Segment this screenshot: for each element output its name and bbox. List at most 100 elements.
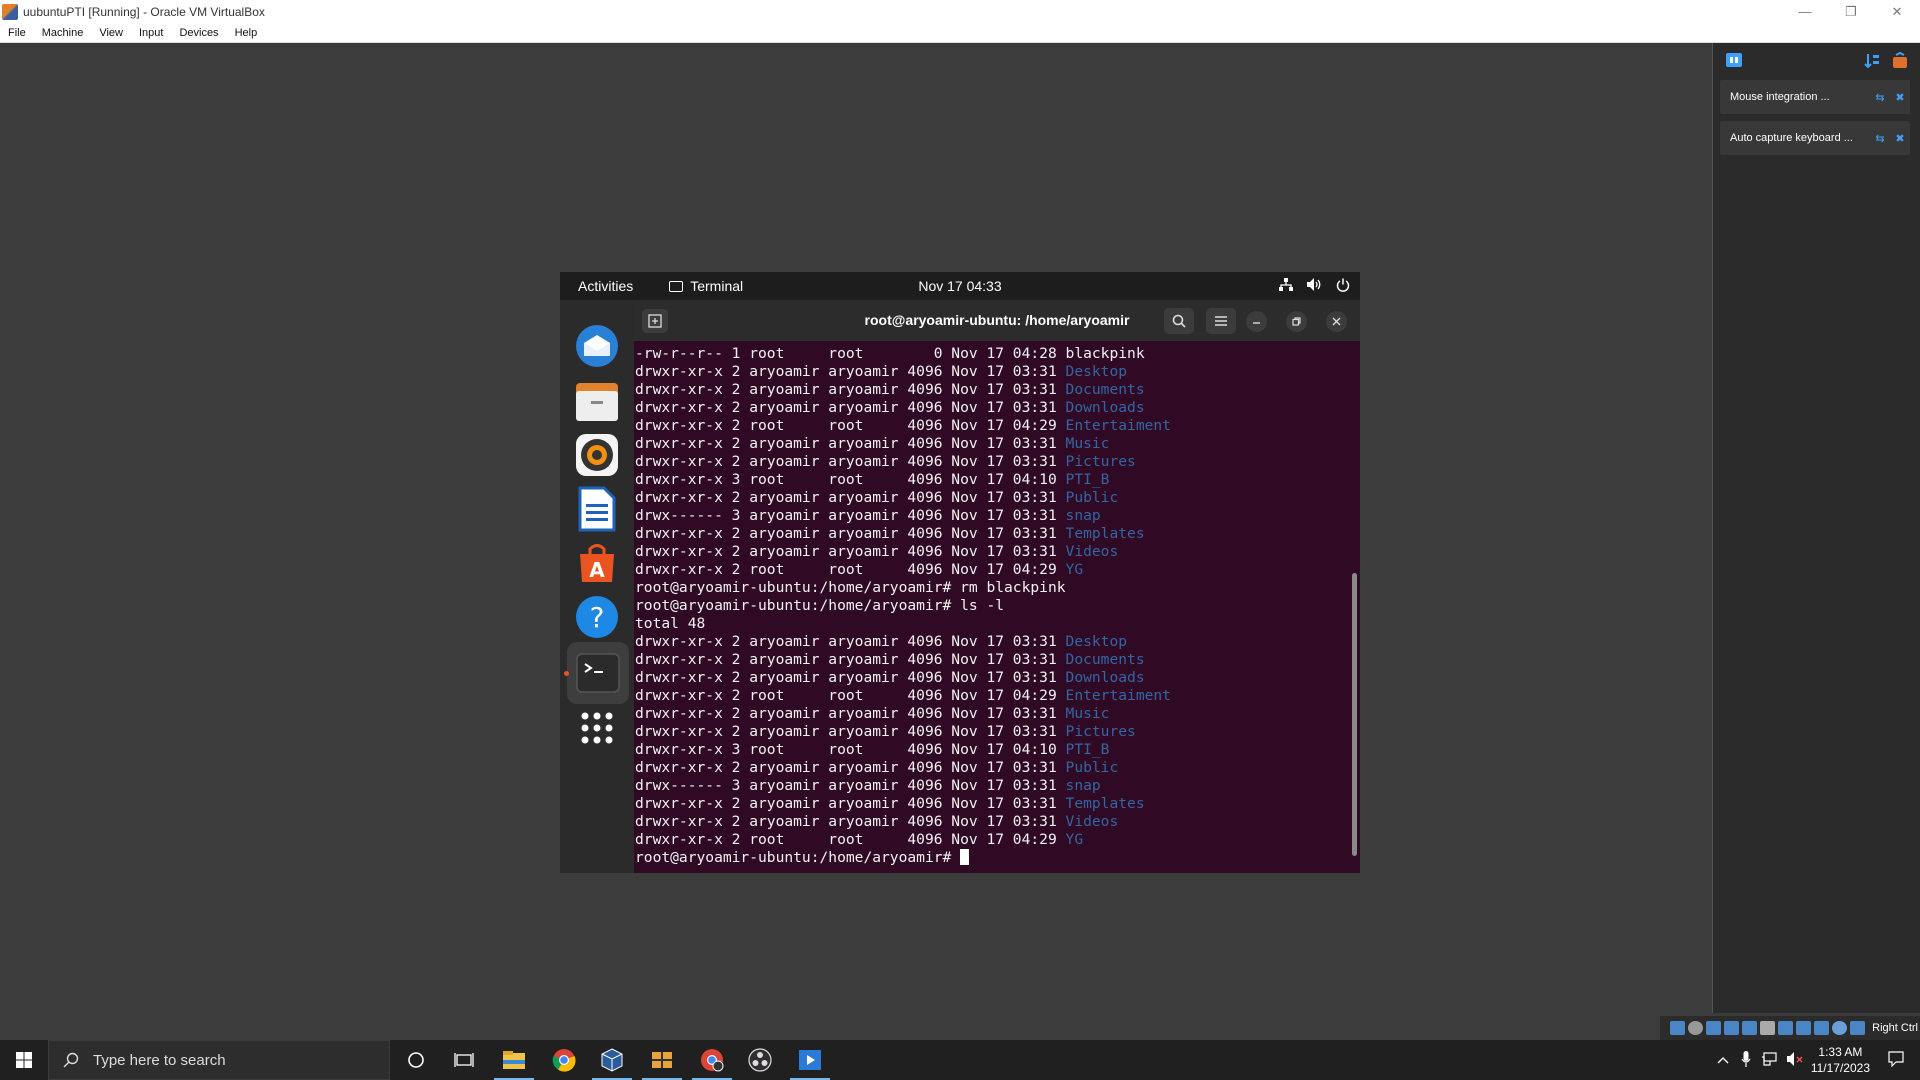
menu-devices[interactable]: Devices xyxy=(171,27,226,39)
menu-file[interactable]: File xyxy=(0,27,34,39)
show-apps-icon[interactable] xyxy=(573,704,621,752)
show-hidden-icons-icon[interactable] xyxy=(1717,1053,1729,1067)
notification-item[interactable]: Mouse integration ... ⇆ ✖ xyxy=(1720,80,1910,114)
thunderbird-icon[interactable] xyxy=(573,322,621,370)
notification-item[interactable]: Auto capture keyboard ... ⇆ ✖ xyxy=(1720,121,1910,155)
close-button[interactable]: ✕ xyxy=(1874,0,1920,23)
cortana-icon[interactable] xyxy=(392,1040,440,1080)
terminal-line: drwxr-xr-x 2 aryoamir aryoamir 4096 Nov … xyxy=(635,651,1360,669)
maximize-window-button[interactable] xyxy=(1286,311,1307,332)
directory-name: YG xyxy=(1065,561,1084,578)
terminal-window[interactable]: root@aryoamir-ubuntu: /home/aryoamir -rw… xyxy=(634,300,1360,873)
obs-icon[interactable] xyxy=(736,1040,784,1080)
terminal-line: drwxr-xr-x 2 aryoamir aryoamir 4096 Nov … xyxy=(635,453,1360,471)
menu-help[interactable]: Help xyxy=(227,27,266,39)
task-view-icon[interactable] xyxy=(440,1040,488,1080)
cpu-icon[interactable] xyxy=(1814,1021,1830,1035)
network-adapter-icon[interactable] xyxy=(1724,1021,1740,1035)
clear-all-icon[interactable] xyxy=(1891,51,1909,75)
volume-muted-icon[interactable] xyxy=(1786,1051,1803,1069)
activities-button[interactable]: Activities xyxy=(578,278,633,294)
dismiss-icon[interactable]: ✖ xyxy=(1890,132,1910,145)
toggle-icon[interactable]: ⇆ xyxy=(1870,91,1890,104)
restore-button[interactable]: ❐ xyxy=(1828,0,1874,23)
start-button[interactable] xyxy=(0,1040,48,1080)
usb-icon[interactable] xyxy=(1742,1021,1758,1035)
shared-folders-icon[interactable] xyxy=(1760,1021,1776,1035)
microphone-icon[interactable] xyxy=(1741,1050,1751,1070)
recording-icon[interactable] xyxy=(1796,1021,1812,1035)
dismiss-icon[interactable]: ✖ xyxy=(1890,91,1910,104)
vm-display[interactable]: Activities Terminal Nov 17 04:33 A ? roo… xyxy=(0,43,1712,1030)
terminal-line: drwxr-xr-x 2 aryoamir aryoamir 4096 Nov … xyxy=(635,633,1360,651)
app-icon[interactable] xyxy=(638,1040,686,1080)
audio-icon[interactable] xyxy=(1706,1021,1722,1035)
ubuntu-guest-screen[interactable]: Activities Terminal Nov 17 04:33 A ? roo… xyxy=(560,272,1360,873)
terminal-line: root@aryoamir-ubuntu:/home/aryoamir# ls … xyxy=(635,597,1360,615)
chrome-icon[interactable] xyxy=(540,1040,588,1080)
directory-name: Entertaiment xyxy=(1065,687,1171,704)
terminal-output[interactable]: -rw-r--r-- 1 root root 0 Nov 17 04:28 bl… xyxy=(634,341,1360,873)
hamburger-menu-button[interactable] xyxy=(1206,308,1236,334)
directory-name: Music xyxy=(1065,705,1110,722)
storage-icon[interactable] xyxy=(1670,1021,1686,1035)
network-icon[interactable] xyxy=(1761,1051,1777,1069)
terminal-scrollbar[interactable] xyxy=(1352,573,1357,856)
host-key-icon[interactable] xyxy=(1850,1021,1866,1035)
menu-view[interactable]: View xyxy=(91,27,131,39)
chrome-profile-icon[interactable] xyxy=(688,1040,736,1080)
terminal-line: drwxr-xr-x 3 root root 4096 Nov 17 04:10… xyxy=(635,741,1360,759)
terminal-dock-icon[interactable] xyxy=(567,642,629,704)
line-text: drwxr-xr-x 2 aryoamir aryoamir 4096 Nov … xyxy=(635,453,1066,470)
window-title: uubuntuPTI [Running] - Oracle VM Virtual… xyxy=(23,4,265,19)
software-icon[interactable]: A xyxy=(573,539,621,587)
terminal-title: root@aryoamir-ubuntu: /home/aryoamir xyxy=(864,312,1130,328)
menu-machine[interactable]: Machine xyxy=(34,27,92,39)
terminal-line: root@aryoamir-ubuntu:/home/aryoamir# rm … xyxy=(635,579,1360,597)
line-text: drwxr-xr-x 2 aryoamir aryoamir 4096 Nov … xyxy=(635,795,1066,812)
line-text: drwxr-xr-x 2 aryoamir aryoamir 4096 Nov … xyxy=(635,813,1066,830)
taskbar-search[interactable]: Type here to search xyxy=(48,1040,390,1080)
terminal-prompt-line[interactable]: root@aryoamir-ubuntu:/home/aryoamir# xyxy=(635,849,1360,867)
display-icon[interactable] xyxy=(1778,1021,1794,1035)
text-cursor xyxy=(960,849,970,865)
terminal-line: total 48 xyxy=(635,615,1360,633)
directory-name: YG xyxy=(1065,831,1084,848)
minimize-window-button[interactable] xyxy=(1246,311,1267,332)
minimize-button[interactable]: — xyxy=(1782,0,1828,23)
action-center-icon[interactable] xyxy=(1888,1050,1904,1070)
help-icon[interactable]: ? xyxy=(573,593,621,641)
line-text: drwxr-xr-x 2 aryoamir aryoamir 4096 Nov … xyxy=(635,705,1066,722)
terminal-line: drwxr-xr-x 2 aryoamir aryoamir 4096 Nov … xyxy=(635,723,1360,741)
app-menu[interactable]: Terminal xyxy=(669,278,743,294)
vbox-status-bar: Right Ctrl xyxy=(1660,1016,1920,1040)
terminal-line: drwxr-xr-x 2 aryoamir aryoamir 4096 Nov … xyxy=(635,525,1360,543)
sort-icon[interactable] xyxy=(1863,52,1881,75)
system-menu[interactable] xyxy=(1279,272,1350,300)
virtualbox-taskbar-icon[interactable] xyxy=(588,1040,636,1080)
menu-input[interactable]: Input xyxy=(131,27,171,39)
notification-toggle-icon[interactable] xyxy=(1725,52,1743,75)
terminal-line: drwxr-xr-x 2 aryoamir aryoamir 4096 Nov … xyxy=(635,363,1360,381)
terminal-line: drwxr-xr-x 2 aryoamir aryoamir 4096 Nov … xyxy=(635,669,1360,687)
terminal-line: drwxr-xr-x 2 root root 4096 Nov 17 04:29… xyxy=(635,687,1360,705)
terminal-line: drwxr-xr-x 3 root root 4096 Nov 17 04:10… xyxy=(635,471,1360,489)
toggle-icon[interactable]: ⇆ xyxy=(1870,132,1890,145)
running-indicator xyxy=(564,671,569,676)
line-text: drwxr-xr-x 2 aryoamir aryoamir 4096 Nov … xyxy=(635,435,1066,452)
search-button[interactable] xyxy=(1164,308,1194,334)
close-window-button[interactable] xyxy=(1326,311,1347,332)
directory-name: snap xyxy=(1065,507,1101,524)
line-text: drwxr-xr-x 2 aryoamir aryoamir 4096 Nov … xyxy=(635,525,1066,542)
optical-drive-icon[interactable] xyxy=(1688,1021,1704,1035)
taskbar-clock[interactable]: 1:33 AM 11/17/2023 xyxy=(1811,1044,1870,1076)
writer-icon[interactable] xyxy=(573,485,621,533)
files-icon[interactable] xyxy=(573,377,621,425)
media-app-icon[interactable] xyxy=(786,1040,834,1080)
terminal-line: drwxr-xr-x 2 aryoamir aryoamir 4096 Nov … xyxy=(635,435,1360,453)
rhythmbox-icon[interactable] xyxy=(573,431,621,479)
mouse-integration-icon[interactable] xyxy=(1832,1021,1848,1035)
file-explorer-icon[interactable] xyxy=(490,1040,538,1080)
taskbar-date: 11/17/2023 xyxy=(1810,1061,1870,1075)
system-tray: 1:33 AM 11/17/2023 xyxy=(1717,1040,1920,1080)
